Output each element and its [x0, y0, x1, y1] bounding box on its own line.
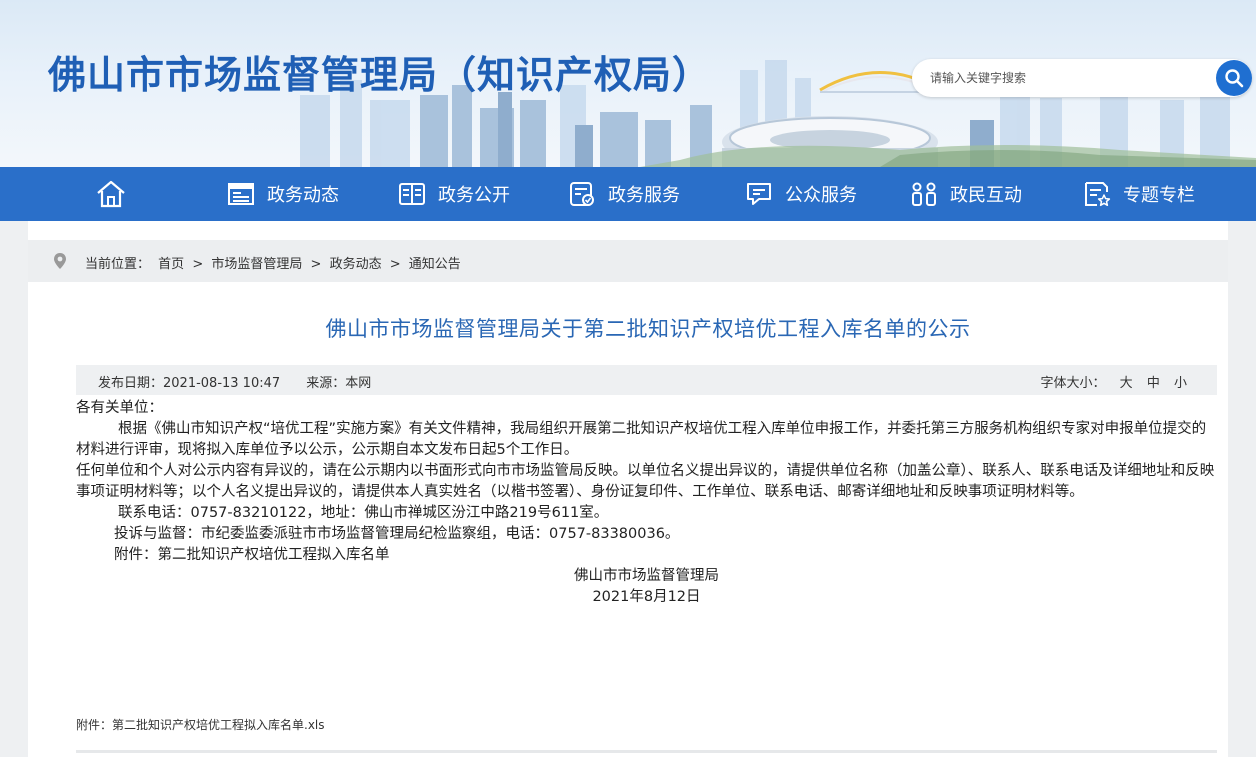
article-body: 各有关单位： 根据《佛山市知识产权“培优工程”实施方案》有关文件精神，我局组织开…: [76, 398, 1217, 608]
nav-item-zhengwu-gongkai[interactable]: 政务公开: [398, 167, 510, 221]
newspaper-icon: [227, 180, 255, 208]
paragraph-intro: 根据《佛山市知识产权“培优工程”实施方案》有关文件精神，我局组织开展第二批知识产…: [76, 421, 1207, 458]
breadcrumb-separator: >: [389, 257, 401, 272]
breadcrumb-separator: >: [310, 257, 322, 272]
salutation: 各有关单位：: [76, 400, 163, 416]
article-source: 来源：本网: [306, 376, 372, 391]
font-size-label: 字体大小：: [1040, 376, 1106, 391]
nav-item-gongzhong-fuwu[interactable]: 公众服务: [745, 167, 857, 221]
font-size-large-button[interactable]: 大: [1120, 376, 1133, 391]
location-pin-icon: [54, 253, 66, 269]
divider: [76, 750, 1217, 753]
nav-item-zhengwu-fuwu[interactable]: 政务服务: [568, 167, 680, 221]
book-open-icon: [398, 180, 426, 208]
nav-label: 政务公开: [438, 185, 510, 206]
breadcrumb-text: 当前位置： 首页 > 市场监督管理局 > 政务动态 > 通知公告: [85, 253, 465, 272]
nav-label: 公众服务: [785, 185, 857, 206]
people-icon: [910, 180, 938, 208]
supervision-info: 投诉与监督：市纪委监委派驻市市场监督管理局纪检监察组，电话：0757-83380…: [114, 526, 680, 542]
breadcrumb-prefix: 当前位置：: [85, 257, 151, 272]
nav-item-zhengwu-dongtai[interactable]: 政务动态: [227, 167, 339, 221]
article-meta: 发布日期：2021-08-13 10:47 来源：本网: [98, 372, 393, 391]
search-icon: [1225, 69, 1244, 88]
breadcrumb-link-bureau[interactable]: 市场监督管理局: [211, 257, 302, 272]
header-banner: 佛山市市场监督管理局（知识产权局）: [0, 0, 1256, 167]
home-icon: [97, 180, 125, 208]
document-star-icon: [1083, 180, 1111, 208]
nav-label: 政务服务: [608, 185, 680, 206]
nav-item-zhengmin-hudong[interactable]: 政民互动: [910, 167, 1022, 221]
nav-label: 政民互动: [950, 185, 1022, 206]
breadcrumb: 当前位置： 首页 > 市场监督管理局 > 政务动态 > 通知公告: [28, 240, 1228, 282]
article-meta-bar: 发布日期：2021-08-13 10:47 来源：本网 字体大小： 大 中 小: [76, 365, 1217, 395]
attachment: 附件：第二批知识产权培优工程拟入库名单.xls: [76, 716, 325, 733]
chat-bubble-icon: [745, 180, 773, 208]
nav-label: 政务动态: [267, 185, 339, 206]
service-check-icon: [568, 180, 596, 208]
publish-date: 发布日期：2021-08-13 10:47: [98, 376, 281, 391]
breadcrumb-link-notices[interactable]: 通知公告: [409, 257, 461, 272]
breadcrumb-link-home[interactable]: 首页: [158, 257, 184, 272]
nav-home[interactable]: [95, 179, 127, 209]
breadcrumb-link-news[interactable]: 政务动态: [330, 257, 382, 272]
search-box: [912, 59, 1252, 97]
nav-label: 专题专栏: [1123, 185, 1195, 206]
attachment-link[interactable]: 附件：第二批知识产权培优工程拟入库名单.xls: [76, 718, 325, 732]
breadcrumb-separator: >: [192, 257, 204, 272]
font-size-medium-button[interactable]: 中: [1147, 376, 1160, 391]
attachment-note: 附件：第二批知识产权培优工程拟入库名单: [114, 547, 390, 563]
article-title: 佛山市市场监督管理局关于第二批知识产权培优工程入库名单的公示: [325, 317, 971, 341]
font-size-small-button[interactable]: 小: [1174, 376, 1187, 391]
main-nav: 政务动态 政务公开 政务服务 公众服务 政民互动 专题专栏: [0, 167, 1256, 221]
font-size-controls: 字体大小： 大 中 小: [1041, 372, 1187, 391]
signature-date: 2021年8月12日: [592, 589, 701, 605]
search-input[interactable]: [930, 68, 1200, 88]
search-button[interactable]: [1216, 60, 1252, 96]
nav-item-zhuanti-zhuanlan[interactable]: 专题专栏: [1083, 167, 1195, 221]
contact-info: 联系电话：0757-83210122，地址：佛山市禅城区汾江中路219号611室…: [118, 505, 609, 521]
signature-org: 佛山市市场监督管理局: [574, 568, 719, 584]
paragraph-objection: 任何单位和个人对公示内容有异议的，请在公示期内以书面形式向市市场监管局反映。以单…: [76, 463, 1215, 500]
site-title: 佛山市市场监督管理局（知识产权局）: [48, 53, 712, 97]
